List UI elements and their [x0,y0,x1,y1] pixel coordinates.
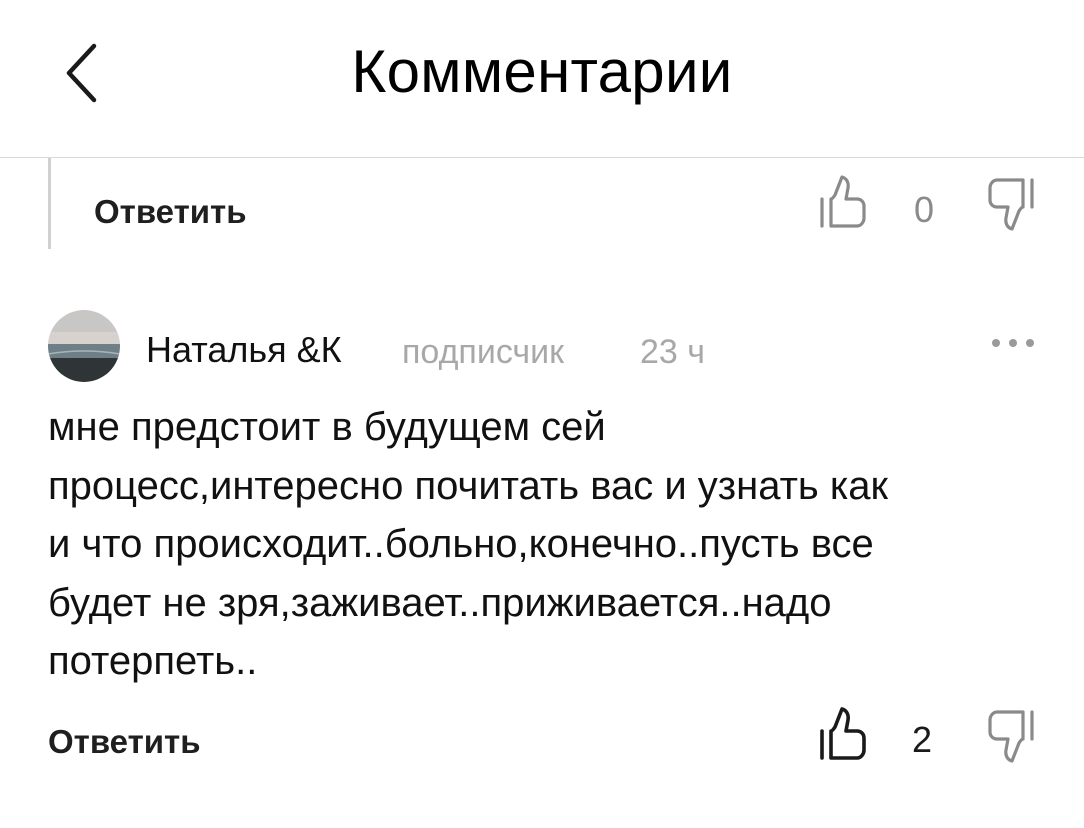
dislike-button[interactable] [984,176,1036,237]
like-count: 2 [912,719,933,760]
header-divider [0,157,1084,158]
comment-timestamp: 23 ч [640,333,705,371]
like-button[interactable] [818,174,870,235]
avatar[interactable] [48,310,120,382]
reply-button[interactable]: Ответить [48,722,201,762]
comment-text: мне предстоит в будущем сей процесс,инте… [48,405,888,683]
like-count: 0 [914,189,935,230]
more-dots-icon [992,339,1034,347]
avatar-image [48,310,120,382]
page-title: Комментарии [351,38,733,105]
reply-thread-line [48,158,51,249]
thumbs-up-icon [820,175,866,228]
comment-author[interactable]: Наталья &К [146,328,342,372]
like-button[interactable] [818,706,870,767]
author-role-badge: подписчик [402,333,565,371]
more-options-button[interactable] [988,328,1038,358]
thumbs-up-icon [820,707,866,760]
thumbs-down-icon [988,178,1034,231]
dislike-button[interactable] [984,708,1036,769]
reply-button[interactable]: Ответить [94,192,247,232]
app-header: Комментарии [0,0,1084,158]
thumbs-down-icon [988,710,1034,763]
